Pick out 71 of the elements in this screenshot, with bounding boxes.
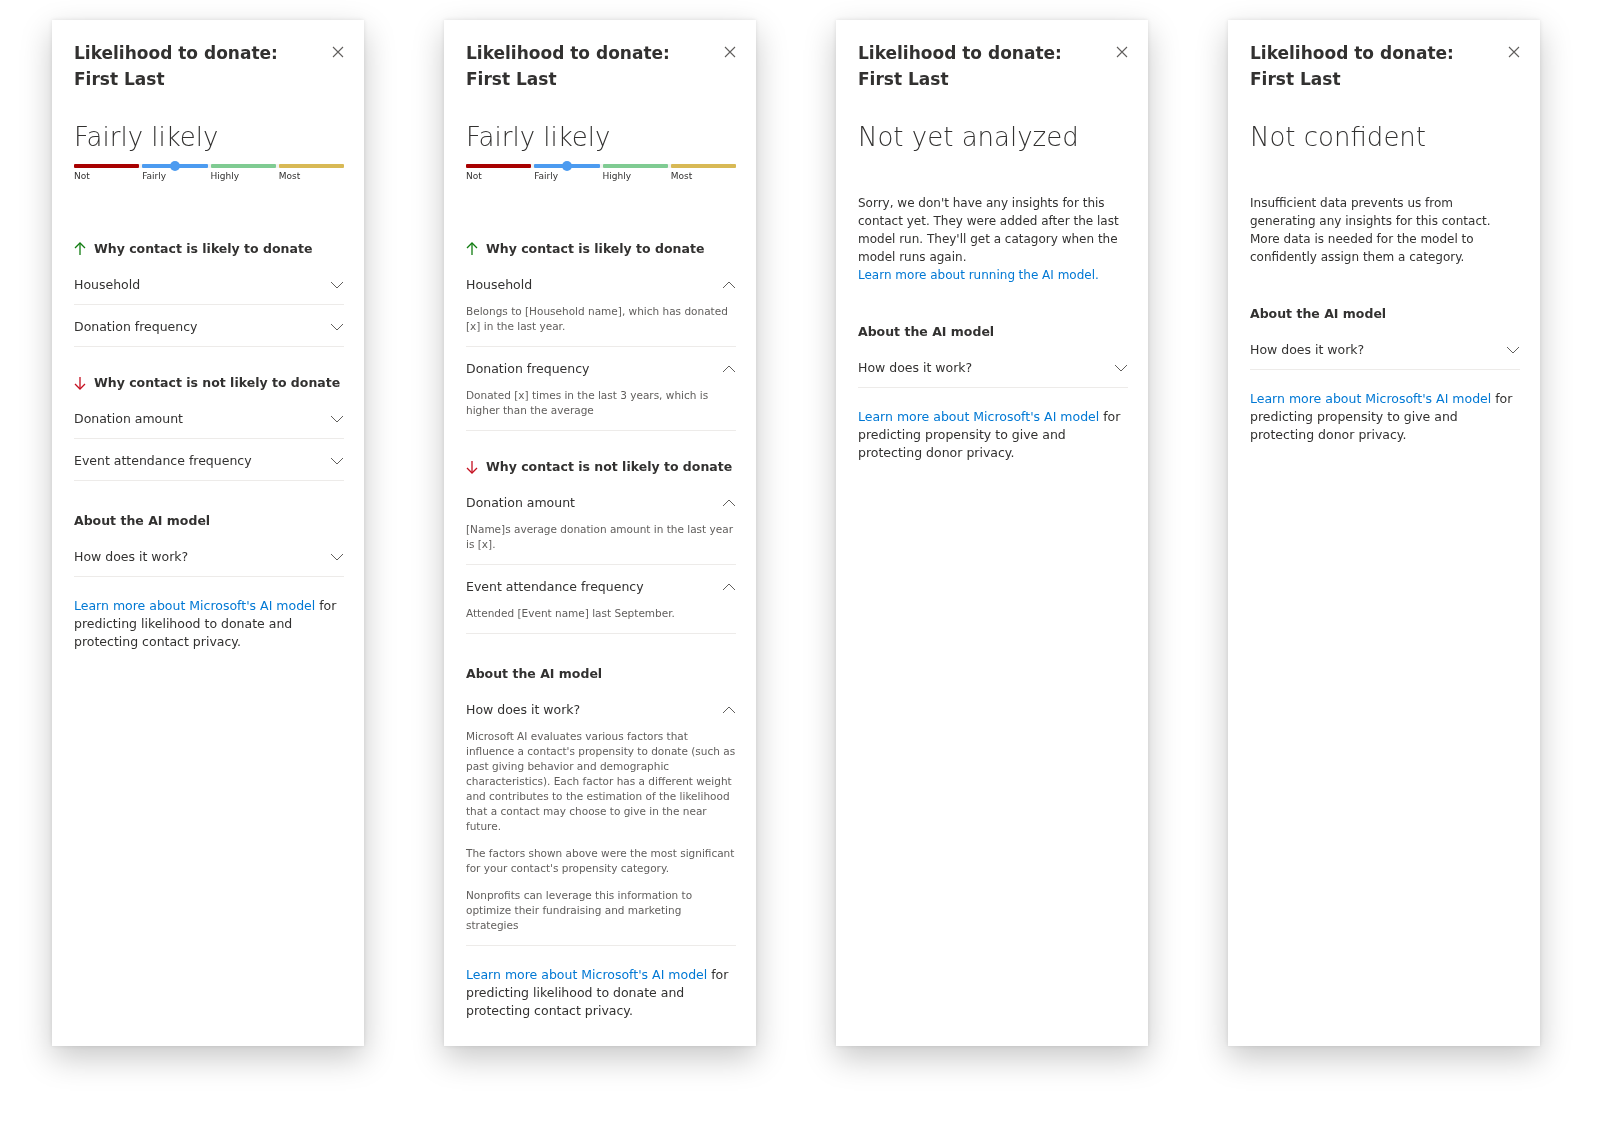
- learn-more-link[interactable]: Learn more about running: [858, 268, 1015, 282]
- learn-more-link[interactable]: the AI model.: [1018, 268, 1099, 282]
- likelihood-status: Fairly likely: [466, 122, 612, 152]
- likelihood-status: Not yet analyzed: [858, 122, 1080, 152]
- section-heading: About the AI model: [466, 665, 603, 683]
- accordion-header[interactable]: Event attendance frequency: [74, 439, 344, 480]
- close-icon: [724, 46, 736, 58]
- accordion-header[interactable]: Household: [74, 263, 344, 304]
- panel-title: Likelihood to donate: First Last: [74, 42, 278, 91]
- chevron-up-icon: [722, 705, 736, 714]
- section-heading: Why contact is likely to donate: [486, 240, 705, 258]
- chevron-up-icon: [722, 498, 736, 507]
- panel-title: Likelihood to donate: First Last: [1250, 42, 1454, 91]
- close-icon: [1116, 46, 1128, 58]
- chevron-down-icon: [330, 322, 344, 331]
- accordion-header[interactable]: Donation amount: [466, 481, 736, 522]
- status-message: Sorry, we don't have any insights for this contact yet. They were added after the last model run. They'll get a catagory when the model runs again. Learn more about running the AI model.: [858, 195, 1120, 284]
- accordion-detail: Belongs to [Household name], which has donated [x] in the last year.: [466, 304, 729, 334]
- scale-label: Not: [74, 171, 90, 181]
- chevron-up-icon: [722, 582, 736, 591]
- accordion-detail: Microsoft AI evaluates various factors that influence a contact's propensity to donate (such as past giving behavior and demographic characteristics). Each factor has a different weight and contributes to the estimation of the likelihood that a contact may choose to give in the near future.: [466, 729, 736, 834]
- chevron-up-icon: [722, 280, 736, 289]
- scale-label: Not: [466, 171, 482, 181]
- footer-note: Learn more about Microsoft's AI model for predicting likelihood to donate and protecting contact privacy.: [466, 966, 730, 1020]
- learn-more-link[interactable]: Learn more about Microsoft's AI model: [1250, 391, 1492, 406]
- accordion-header[interactable]: How does it work?: [466, 688, 736, 729]
- accordion-detail: Attended [Event name] last September.: [466, 606, 676, 621]
- footer-note: Learn more about Microsoft's AI model for predicting propensity to give and protecting donor privacy.: [858, 408, 1122, 462]
- accordion-header[interactable]: How does it work?: [1250, 328, 1520, 369]
- panel-title: Likelihood to donate: First Last: [858, 42, 1062, 91]
- chevron-down-icon: [330, 456, 344, 465]
- scale-label: Fairly: [142, 171, 167, 181]
- chevron-down-icon: [330, 280, 344, 289]
- accordion-header[interactable]: Donation amount: [74, 397, 344, 438]
- chevron-down-icon: [1506, 345, 1520, 354]
- accordion-header[interactable]: How does it work?: [74, 535, 344, 576]
- accordion-header[interactable]: Event attendance frequency: [466, 565, 736, 606]
- chevron-down-icon: [1114, 363, 1128, 372]
- section-heading: Why contact is not likely to donate: [94, 374, 341, 392]
- close-icon: [332, 46, 344, 58]
- accordion-header[interactable]: Donation frequency: [74, 305, 344, 346]
- learn-more-link[interactable]: Learn more about Microsoft's AI model: [466, 967, 708, 982]
- scale-label: Highly: [210, 171, 239, 181]
- section-heading: About the AI model: [74, 512, 211, 530]
- accordion-header[interactable]: Donation frequency: [466, 347, 736, 388]
- likelihood-status: Not confident: [1250, 122, 1428, 152]
- panel-title: Likelihood to donate: First Last: [466, 42, 670, 91]
- section-heading: Why contact is not likely to donate: [486, 458, 733, 476]
- accordion-detail: [Name]s average donation amount in the last year is [x].: [466, 522, 734, 552]
- accordion-detail: The factors shown above were the most significant for your contact's propensity category.: [466, 846, 736, 876]
- chevron-down-icon: [330, 552, 344, 561]
- footer-note: Learn more about Microsoft's AI model for predicting propensity to give and protecting donor privacy.: [1250, 390, 1514, 444]
- learn-more-link[interactable]: Learn more about Microsoft's AI model: [858, 409, 1100, 424]
- accordion-detail: Donated [x] times in the last 3 years, which is higher than the average: [466, 388, 710, 418]
- accordion-detail: Nonprofits can leverage this information to optimize their fundraising and marketing strategies: [466, 888, 694, 933]
- scale-label: Fairly: [534, 171, 559, 181]
- scale-label: Most: [278, 171, 301, 181]
- scale-label: Most: [670, 171, 693, 181]
- close-icon: [1508, 46, 1520, 58]
- status-message: Insufficient data prevents us from generating any insights for this contact. More data is needed for the model to confidently assign them a category.: [1250, 195, 1492, 266]
- section-heading: About the AI model: [1250, 305, 1387, 323]
- learn-more-link[interactable]: Learn more about Microsoft's AI model: [74, 598, 316, 613]
- footer-note: Learn more about Microsoft's AI model for predicting likelihood to donate and protecting contact privacy.: [74, 597, 338, 651]
- scale-label: Highly: [602, 171, 631, 181]
- section-heading: Why contact is likely to donate: [94, 240, 313, 258]
- chevron-up-icon: [722, 364, 736, 373]
- accordion-header[interactable]: How does it work?: [858, 346, 1128, 387]
- section-heading: About the AI model: [858, 323, 995, 341]
- likelihood-status: Fairly likely: [74, 122, 220, 152]
- accordion-header[interactable]: Household: [466, 263, 736, 304]
- chevron-down-icon: [330, 414, 344, 423]
